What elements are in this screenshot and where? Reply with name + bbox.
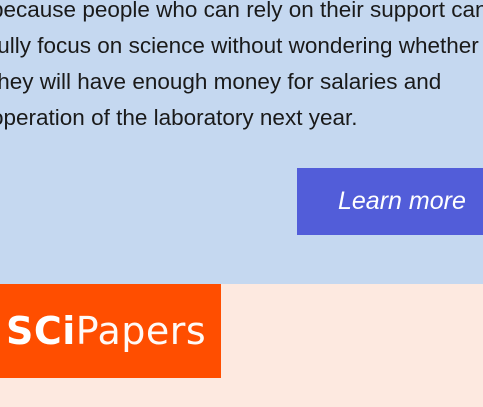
learn-more-button[interactable]: Learn more [297, 168, 483, 235]
support-paragraph: because people who can rely on their sup… [0, 0, 483, 136]
logo-text-papers: Papers [75, 309, 207, 353]
support-section: because people who can rely on their sup… [0, 0, 483, 284]
scipapers-logo[interactable]: SCi Papers [0, 284, 221, 378]
paragraph-line: because people who can rely on their sup… [0, 0, 483, 22]
paragraph-line: they will have enough money for salaries… [0, 69, 442, 94]
logo-text-sci: SCi [6, 309, 76, 353]
paragraph-line: operation of the laboratory next year. [0, 105, 358, 130]
paragraph-line: fully focus on science without wondering… [0, 33, 479, 58]
partners-section: SCi Papers [0, 284, 483, 407]
